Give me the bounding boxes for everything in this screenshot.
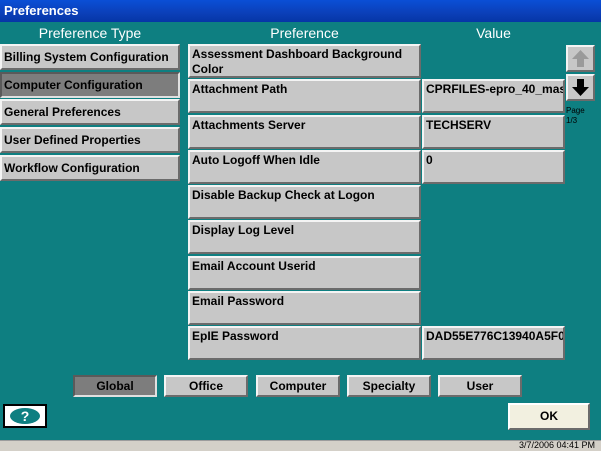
header-preference-type: Preference Type [38, 25, 142, 41]
ok-button[interactable]: OK [508, 403, 590, 430]
tab-specialty[interactable]: Specialty [347, 375, 431, 397]
tab-office[interactable]: Office [164, 375, 248, 397]
preference-name[interactable]: Display Log Level [188, 220, 421, 254]
tab-global[interactable]: Global [73, 375, 157, 397]
page-label: Page [566, 106, 585, 115]
status-bar: 3/7/2006 04:41 PM [0, 440, 601, 451]
help-icon: ? [10, 408, 40, 424]
header-preference: Preference [270, 25, 339, 41]
preference-name[interactable]: Email Password [188, 291, 421, 325]
preference-type-billing-system-configuration[interactable]: Billing System Configuration [0, 44, 180, 70]
preference-type-computer-configuration[interactable]: Computer Configuration [0, 72, 180, 98]
preference-name[interactable]: Assessment Dashboard Background Color [188, 44, 421, 78]
status-datetime: 3/7/2006 04:41 PM [518, 440, 595, 450]
tab-user[interactable]: User [438, 375, 522, 397]
preference-type-general-preferences[interactable]: General Preferences [0, 99, 180, 125]
preference-name[interactable]: Attachments Server [188, 115, 421, 149]
preference-name[interactable]: Email Account Userid [188, 256, 421, 290]
page-indicator: Page 1/3 [566, 106, 596, 126]
arrow-down-icon [572, 79, 589, 96]
preference-type-workflow-configuration[interactable]: Workflow Configuration [0, 155, 180, 181]
arrow-up-icon [572, 50, 589, 67]
help-button[interactable]: ? [3, 404, 47, 428]
preference-name[interactable]: Disable Backup Check at Logon [188, 185, 421, 219]
window-title: Preferences [0, 0, 601, 22]
preference-value[interactable]: TECHSERV [422, 115, 565, 149]
preference-name[interactable]: Auto Logoff When Idle [188, 150, 421, 184]
header-value: Value [476, 25, 511, 41]
preference-value[interactable]: 0 [422, 150, 565, 184]
svg-text:?: ? [21, 408, 30, 424]
tab-computer[interactable]: Computer [256, 375, 340, 397]
preference-name[interactable]: Attachment Path [188, 79, 421, 113]
preference-value[interactable]: CPRFILES-epro_40_mas [422, 79, 565, 113]
preference-name[interactable]: EpIE Password [188, 326, 421, 360]
page-position: 1/3 [566, 116, 578, 125]
preference-type-user-defined-properties[interactable]: User Defined Properties [0, 127, 180, 153]
preference-value[interactable]: DAD55E776C13940A5F0 [422, 326, 565, 360]
page-down-button[interactable] [566, 74, 595, 101]
page-up-button[interactable] [566, 45, 595, 72]
